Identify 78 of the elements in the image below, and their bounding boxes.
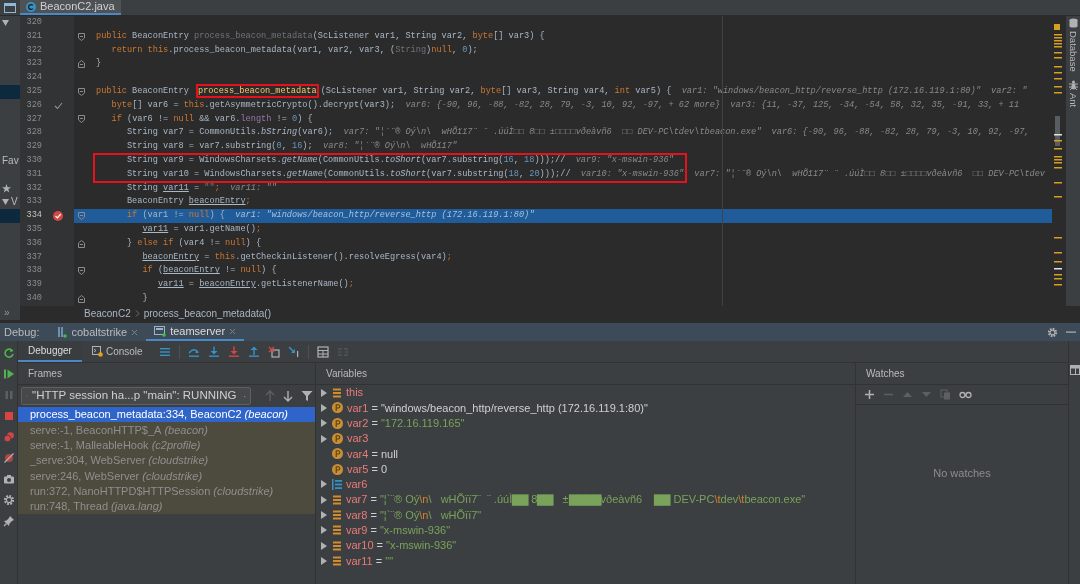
- code-line: public BeaconEntry process_beacon_metadata (ScListener var1, String var2, byte[] var3, String var4, int var5) {: [96, 85, 672, 98]
- debugger-tab[interactable]: Console: [81, 341, 153, 362]
- inline-hint: var11: "": [229, 181, 277, 195]
- variable-entry[interactable]: var4 = null: [347, 445, 399, 463]
- panel-title: Frames: [28, 367, 62, 381]
- code-line: }: [96, 57, 102, 71]
- line-number: 337: [25, 250, 42, 264]
- breadcrumb-item[interactable]: process_beacon_metadata(): [143, 305, 271, 321]
- code-line: String var7 = CommonUtils.bString(var6);: [126, 126, 334, 140]
- thread-dropdown[interactable]: "HTTP session ha...p "main": RUNNING: [21, 387, 251, 405]
- code-line: if (var6 != null && var6.length != 0) {: [111, 112, 313, 126]
- inline-hint: var10: "x-mswin-936": [579, 167, 684, 181]
- code-line: String var11 = "";: [126, 181, 220, 195]
- line-number: 338: [25, 264, 42, 278]
- inline-hint: var6: {-90, 96, -88, -82, 28, 79, -3, 10, 92, -97, + 62 more} var3: {11, -37, 125, -34, -54, 58, 32, 35, -91, 33, + 11: [404, 98, 1020, 112]
- line-number: 332: [25, 181, 42, 195]
- line-number: 340: [25, 291, 42, 305]
- code-line: var11 = beaconEntry.getListenerName();: [157, 278, 354, 292]
- variable-entry[interactable]: var8 = "¦`¨® Oý\n\ wHÕïï7": [346, 506, 482, 524]
- stack-frame[interactable]: process_beacon_metadata:334, BeaconC2 (beacon): [18, 407, 315, 423]
- line-number: 326: [25, 98, 42, 112]
- line-number: 321: [25, 29, 42, 43]
- code-line: beaconEntry = this.getCheckinListener().resolveEgress(var4);: [142, 250, 452, 264]
- code-line: }: [142, 291, 148, 305]
- line-number: 328: [25, 126, 42, 140]
- line-number: 320: [25, 16, 42, 29]
- variable-entry[interactable]: var3: [347, 430, 369, 447]
- variable-entry[interactable]: var6: [346, 476, 368, 493]
- session-tab[interactable]: cobaltstrike: [49, 323, 147, 341]
- code-line: String var8 = var7.substring(0, 16);: [126, 140, 313, 154]
- variable-entry[interactable]: var9 = "x-mswin-936": [346, 522, 451, 539]
- line-number: 333: [25, 195, 42, 209]
- code-line: String var10 = WindowsCharsets.getName(CommonUtils.toShort(var7.substring(18, 20)));//: [126, 167, 571, 181]
- variable-entry[interactable]: var10 = "x-mswin-936": [346, 537, 457, 554]
- inline-hint: var1: "windows/beacon_http/reverse_http (172.16.119.1:80)": [234, 209, 535, 223]
- variable-entry[interactable]: var11 = "": [346, 552, 394, 570]
- code-line: String var9 = WindowsCharsets.getName(CommonUtils.toShort(var7.substring(16, 18)));//: [126, 153, 566, 167]
- code-line: byte[] var6 = this.getAsymmetricCrypto().decrypt(var3);: [111, 98, 396, 112]
- breadcrumb-item[interactable]: BeaconC2: [84, 305, 131, 321]
- line-number: 331: [25, 167, 42, 181]
- line-number: 323: [25, 57, 42, 71]
- debug-label: Debug:: [3, 324, 41, 340]
- panel-label[interactable]: Fav: [2, 155, 19, 166]
- tool-window-button[interactable]: Database: [1068, 18, 1078, 72]
- empty-watches-text: No watches: [933, 466, 991, 482]
- line-number: 334: [25, 209, 42, 223]
- variable-entry[interactable]: var7 = "¦`¨® Oý\n\ wHÕïï7¨ ¨ .úúÌ▇▇ 8▇▇ ±▇▇▇▇vðeàvñ6 ▇▇ DEV-PC\tdev\tbeacon.exe": [346, 491, 806, 508]
- line-number: 339: [25, 278, 42, 292]
- panel-title: Variables: [326, 367, 367, 381]
- line-number: 329: [25, 140, 42, 154]
- inline-hint: var7: "¦`¨® Oý\n\ wHÕïï7¨ ¨ .úúÌ□□ 8□□ ±□□□□vðeàvñ6 □□ DEV-PC\tdev: [693, 167, 1045, 181]
- line-number: 335: [25, 222, 42, 236]
- editor-tab[interactable]: BeaconC2.java: [20, 0, 121, 15]
- inline-hint: var9: "x-mswin-936": [574, 153, 674, 167]
- line-number: 327: [25, 112, 42, 126]
- variable-entry[interactable]: this: [346, 384, 364, 401]
- panel-label[interactable]: V: [11, 197, 18, 208]
- code-line: } else if (var4 != null) {: [126, 236, 262, 250]
- panel-title: Watches: [866, 367, 905, 381]
- inline-hint: var7: "¦`¨® Oý\n\ wHÕïï7¨ ¨ .úúÌ□□ 8□□ ±□□□□vðeàvñ6 □□ DEV-PC\tdev\tbeacon.exe" var6: {-90, 96, -88, -82, 28, 79, -3, 10, 92, -97,: [342, 126, 1030, 140]
- code-line: if (var1 != null) {: [126, 209, 225, 223]
- code-line: if (beaconEntry != null) {: [142, 264, 277, 278]
- line-number: 336: [25, 236, 42, 250]
- line-number: 330: [25, 153, 42, 167]
- line-number: 324: [25, 71, 42, 85]
- variable-entry[interactable]: var2 = "172.16.119.165": [347, 415, 465, 432]
- line-number: 322: [25, 43, 42, 57]
- tool-window-button[interactable]: Ant: [1068, 79, 1078, 107]
- code-line: return this.process_beacon_metadata(var1, var2, var3, (String)null, 0);: [111, 43, 478, 57]
- variable-entry[interactable]: var5 = 0: [347, 460, 388, 478]
- inline-hint: var8: "¦`¨® Oý\n\ wHÕïï7": [322, 140, 458, 154]
- code-line: public BeaconEntry process_beacon_metadata(ScListener var1, String var2, byte[] var3) {: [96, 29, 545, 43]
- code-line: var11 = var1.getName();: [142, 222, 262, 236]
- inline-hint: var1: "windows/beacon_http/reverse_http (172.16.119.1:80)" var2: ": [680, 85, 1028, 98]
- session-tab[interactable]: teamserver: [146, 323, 245, 341]
- line-number: 325: [25, 85, 42, 98]
- variable-entry[interactable]: var1 = "windows/beacon_http/reverse_http (172.16.119.1:80)": [347, 399, 648, 417]
- code-line: BeaconEntry beaconEntry;: [126, 195, 251, 209]
